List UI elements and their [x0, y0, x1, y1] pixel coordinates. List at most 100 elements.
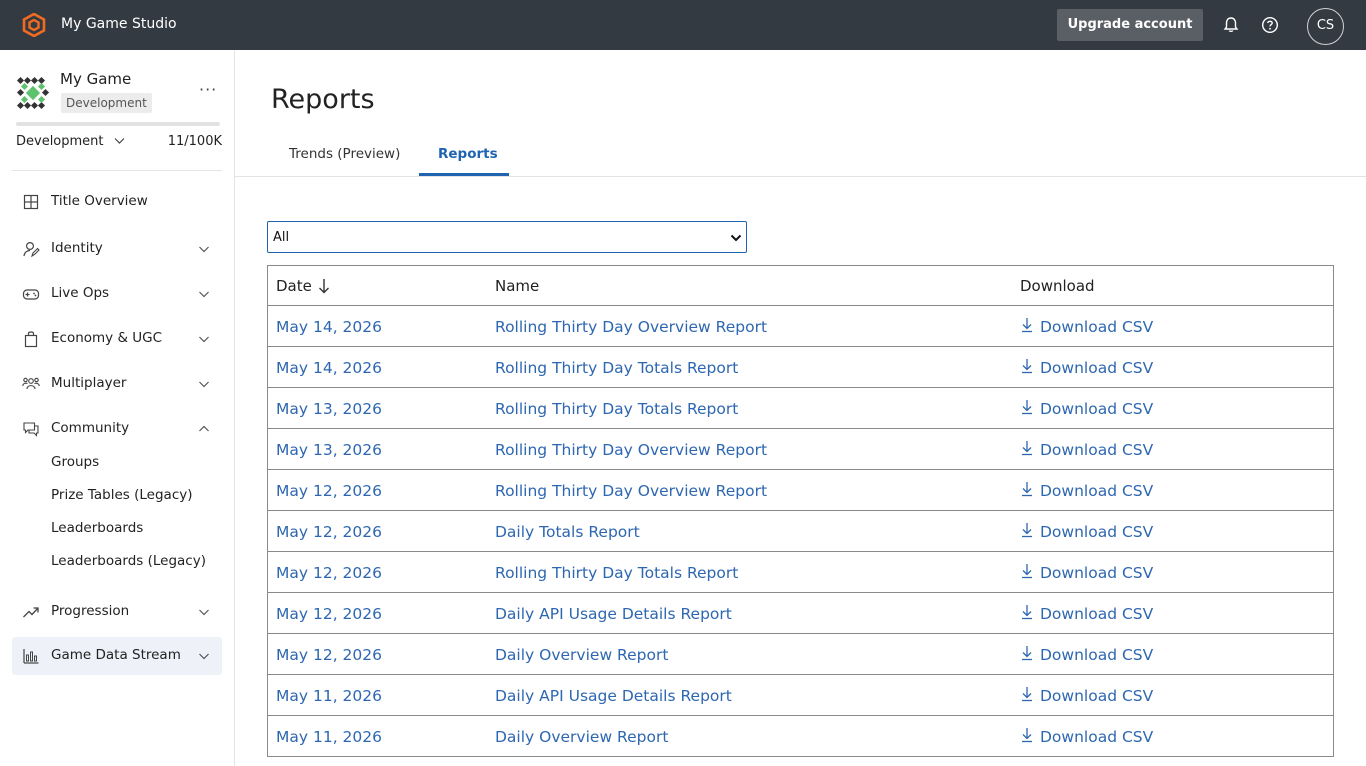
download-csv-link[interactable]: Download CSV: [1040, 564, 1153, 582]
user-avatar[interactable]: CS: [1307, 8, 1344, 45]
report-name-link[interactable]: Rolling Thirty Day Totals Report: [495, 564, 738, 582]
report-name-link[interactable]: Rolling Thirty Day Overview Report: [495, 318, 767, 336]
download-icon[interactable]: [1021, 727, 1033, 743]
download-icon[interactable]: [1021, 645, 1033, 661]
download-csv-link[interactable]: Download CSV: [1040, 605, 1153, 623]
chevron-down-icon: [199, 336, 209, 343]
sidebar-item-identity[interactable]: Identity: [12, 230, 222, 268]
sidebar-subitem-leaderboards[interactable]: Leaderboards: [51, 520, 143, 536]
sidebar-subitem-prize-tables-legacy[interactable]: Prize Tables (Legacy): [51, 487, 193, 503]
tab-reports[interactable]: Reports: [438, 146, 498, 162]
usage-progress-bar: [16, 122, 220, 126]
table-row: May 12, 2026 Daily API Usage Details Repo…: [268, 593, 1333, 634]
usage-count: 11/100K: [167, 134, 222, 149]
grid-icon: [23, 194, 39, 210]
bar-chart-icon: [23, 649, 39, 664]
sidebar-item-live-ops[interactable]: Live Ops: [12, 275, 222, 313]
report-name-link[interactable]: Daily API Usage Details Report: [495, 687, 732, 705]
sidebar-subitem-groups[interactable]: Groups: [51, 454, 99, 470]
table-header: Date Name Download: [268, 266, 1333, 306]
trending-up-icon: [23, 607, 39, 618]
tabs-divider: [235, 176, 1366, 177]
download-csv-link[interactable]: Download CSV: [1040, 728, 1153, 746]
download-icon[interactable]: [1021, 399, 1033, 415]
sidebar-item-label: Economy & UGC: [51, 330, 163, 346]
report-name-link[interactable]: Daily API Usage Details Report: [495, 605, 732, 623]
download-csv-link[interactable]: Download CSV: [1040, 482, 1153, 500]
report-name-link[interactable]: Rolling Thirty Day Totals Report: [495, 359, 738, 377]
environment-badge: Development: [61, 93, 152, 113]
report-name-link[interactable]: Daily Overview Report: [495, 728, 668, 746]
upgrade-account-button[interactable]: Upgrade account: [1057, 9, 1203, 41]
report-name-link[interactable]: Rolling Thirty Day Totals Report: [495, 400, 738, 418]
download-icon[interactable]: [1021, 686, 1033, 702]
download-csv-link[interactable]: Download CSV: [1040, 359, 1153, 377]
table-row: May 14, 2026 Rolling Thirty Day Totals Re…: [268, 347, 1333, 388]
report-date-link[interactable]: May 11, 2026: [276, 687, 382, 705]
environment-selector[interactable]: Development: [16, 134, 125, 149]
chevron-down-icon: [730, 234, 742, 242]
report-date-link[interactable]: May 12, 2026: [276, 564, 382, 582]
report-date-link[interactable]: May 12, 2026: [276, 523, 382, 541]
report-filter-value: All: [273, 230, 290, 245]
download-csv-link[interactable]: Download CSV: [1040, 318, 1153, 336]
chat-icon: [23, 422, 39, 437]
report-name-link[interactable]: Rolling Thirty Day Overview Report: [495, 441, 767, 459]
sidebar-item-title-overview[interactable]: Title Overview: [12, 183, 222, 221]
sidebar-item-economy-ugc[interactable]: Economy & UGC: [12, 320, 222, 358]
shopping-bag-icon: [24, 331, 38, 348]
report-filter-select[interactable]: All: [267, 221, 747, 253]
download-icon[interactable]: [1021, 522, 1033, 538]
table-row: May 12, 2026 Rolling Thirty Day Overview …: [268, 470, 1333, 511]
more-options-button[interactable]: ···: [199, 80, 217, 99]
download-icon[interactable]: [1021, 563, 1033, 579]
top-bar: My Game Studio Upgrade account CS: [0, 0, 1366, 50]
download-icon[interactable]: [1021, 440, 1033, 456]
report-date-link[interactable]: May 14, 2026: [276, 359, 382, 377]
sidebar-item-label: Live Ops: [51, 285, 110, 301]
sidebar-subitem-leaderboards-legacy[interactable]: Leaderboards (Legacy): [51, 553, 206, 569]
sidebar-item-multiplayer[interactable]: Multiplayer: [12, 365, 222, 403]
download-csv-link[interactable]: Download CSV: [1040, 646, 1153, 664]
report-name-link[interactable]: Daily Overview Report: [495, 646, 668, 664]
help-icon[interactable]: [1260, 15, 1280, 35]
table-row: May 14, 2026 Rolling Thirty Day Overview …: [268, 306, 1333, 347]
game-logo-icon: [16, 76, 50, 110]
report-date-link[interactable]: May 14, 2026: [276, 318, 382, 336]
chevron-down-icon: [199, 653, 209, 660]
date-column-header[interactable]: Date: [276, 277, 330, 295]
report-name-link[interactable]: Rolling Thirty Day Overview Report: [495, 482, 767, 500]
download-csv-link[interactable]: Download CSV: [1040, 441, 1153, 459]
studio-logo-icon[interactable]: [22, 13, 46, 37]
report-date-link[interactable]: May 13, 2026: [276, 441, 382, 459]
download-icon[interactable]: [1021, 317, 1033, 333]
report-date-link[interactable]: May 12, 2026: [276, 646, 382, 664]
game-name[interactable]: My Game: [60, 70, 131, 88]
report-date-link[interactable]: May 12, 2026: [276, 605, 382, 623]
report-date-link[interactable]: May 11, 2026: [276, 728, 382, 746]
bell-icon[interactable]: [1221, 15, 1241, 35]
sidebar-item-community[interactable]: Community: [12, 410, 222, 448]
sort-descending-icon[interactable]: [318, 278, 330, 294]
report-date-link[interactable]: May 13, 2026: [276, 400, 382, 418]
download-icon[interactable]: [1021, 358, 1033, 374]
sidebar: My Game Development ··· Development 11/1…: [0, 50, 235, 766]
sidebar-divider: [12, 170, 222, 171]
page-title: Reports: [271, 84, 375, 115]
report-date-link[interactable]: May 12, 2026: [276, 482, 382, 500]
chevron-down-icon: [199, 381, 209, 388]
chevron-down-icon: [199, 246, 209, 253]
download-icon[interactable]: [1021, 604, 1033, 620]
download-csv-link[interactable]: Download CSV: [1040, 687, 1153, 705]
download-csv-link[interactable]: Download CSV: [1040, 400, 1153, 418]
tab-trends-preview[interactable]: Trends (Preview): [289, 146, 400, 162]
download-icon[interactable]: [1021, 481, 1033, 497]
report-name-link[interactable]: Daily Totals Report: [495, 523, 640, 541]
download-column-header: Download: [1020, 277, 1095, 295]
download-csv-link[interactable]: Download CSV: [1040, 523, 1153, 541]
studio-name[interactable]: My Game Studio: [61, 16, 177, 32]
sidebar-item-progression[interactable]: Progression: [12, 593, 222, 631]
sidebar-item-label: Multiplayer: [51, 375, 127, 391]
date-header-label: Date: [276, 277, 312, 295]
sidebar-item-game-data-stream[interactable]: Game Data Stream: [12, 637, 222, 675]
